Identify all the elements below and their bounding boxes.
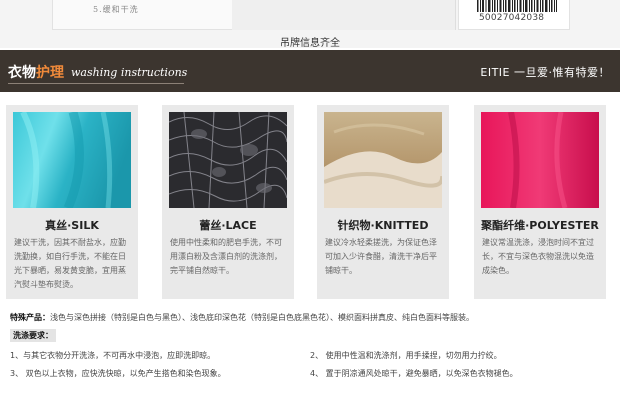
care-tag-card: 5.缓和干洗	[52, 0, 234, 30]
banner-title-part1: 衣物	[8, 65, 36, 81]
wash-requirements-line: 洗涤要求：	[10, 329, 56, 342]
wash-requirements-label: 洗涤要求：	[10, 329, 56, 342]
fabric-name: 聚酯纤维·POLYESTER	[481, 219, 599, 232]
fabric-care-text: 建议干洗，因其不耐盐水，应勤洗勤换，如自行手洗，不能在日光下暴晒，易发黄变脆，宜…	[14, 238, 126, 289]
special-products-text: 浅色与深色拼接（特别是白色与黑色）、浅色底印深色花（特别是白色底黑色花）、模织面…	[50, 313, 474, 322]
care-tag-text: 5.缓和干洗	[93, 5, 139, 14]
special-products-label: 特殊产品：	[10, 313, 50, 322]
wash-rule: 4、 置于阴凉通风处晾干，避免暴晒，以免深色衣物褪色。	[310, 369, 518, 378]
fabric-card-polyester: 聚酯纤维·POLYESTER 建议常温洗涤，浸泡时间不宜过长，不宜与深色衣物混洗…	[474, 105, 606, 299]
lace-photo	[169, 112, 287, 208]
banner-divider	[8, 83, 184, 84]
barcode-card: 50027042038	[458, 0, 570, 30]
fabric-name: 针织物·KNITTED	[337, 219, 429, 232]
fabric-care-text: 使用中性柔和的肥皂手洗，不可用漂白粉及含漂白剂的洗涤剂，完平铺自然晾干。	[170, 238, 282, 275]
wash-rule: 1、与其它衣物分开洗涤，不可再水中浸泡，应即洗即晾。	[10, 351, 216, 360]
barcode-icon	[477, 0, 557, 12]
knitted-photo	[324, 112, 442, 208]
fabric-card-lace: 蕾丝·LACE 使用中性柔和的肥皂手洗，不可用漂白粉及含漂白剂的洗涤剂，完平铺自…	[162, 105, 294, 299]
tag-caption: 吊牌信息齐全	[280, 38, 340, 49]
fabric-name: 蕾丝·LACE	[199, 219, 257, 232]
banner-title-part2: 护理	[36, 65, 64, 81]
wash-rule: 3、 双色以上衣物，应快洗快晾，以免产生搭色和染色现象。	[10, 369, 226, 378]
fabric-care-text: 建议冷水轻柔搓洗，为保证色泽可加入少许食醋，清洗干净后平铺晾干。	[325, 238, 437, 275]
special-products-line: 特殊产品：浅色与深色拼接（特别是白色与黑色）、浅色底印深色花（特别是白色底黑色花…	[10, 312, 474, 323]
fabric-care-text: 建议常温洗涤，浸泡时间不宜过长，不宜与深色衣物混洗以免造成染色。	[482, 238, 594, 275]
barcode-number: 50027042038	[479, 13, 545, 23]
tag-back-card	[232, 0, 456, 30]
banner-title: 衣物护理	[8, 62, 64, 82]
polyester-photo	[481, 112, 599, 208]
wash-rule: 2、 使用中性温和洗涤剂，用手揉捏，切勿用力拧绞。	[310, 351, 502, 360]
fabric-card-knitted: 针织物·KNITTED 建议冷水轻柔搓洗，为保证色泽可加入少许食醋，清洗干净后平…	[317, 105, 449, 299]
fabric-name: 真丝·SILK	[45, 219, 99, 232]
fabric-card-silk: 真丝·SILK 建议干洗，因其不耐盐水，应勤洗勤换，如自行手洗，不能在日光下暴晒…	[6, 105, 138, 299]
hang-tag-strip: 5.缓和干洗 50027042038 吊牌信息齐全	[0, 0, 620, 49]
care-banner: 衣物护理 washing instructions EITIE 一旦爱·惟有特爱…	[0, 50, 620, 92]
brand-slogan: EITIE 一旦爱·惟有特爱！	[480, 66, 610, 79]
silk-photo	[13, 112, 131, 208]
banner-subtitle: washing instructions	[71, 66, 188, 79]
